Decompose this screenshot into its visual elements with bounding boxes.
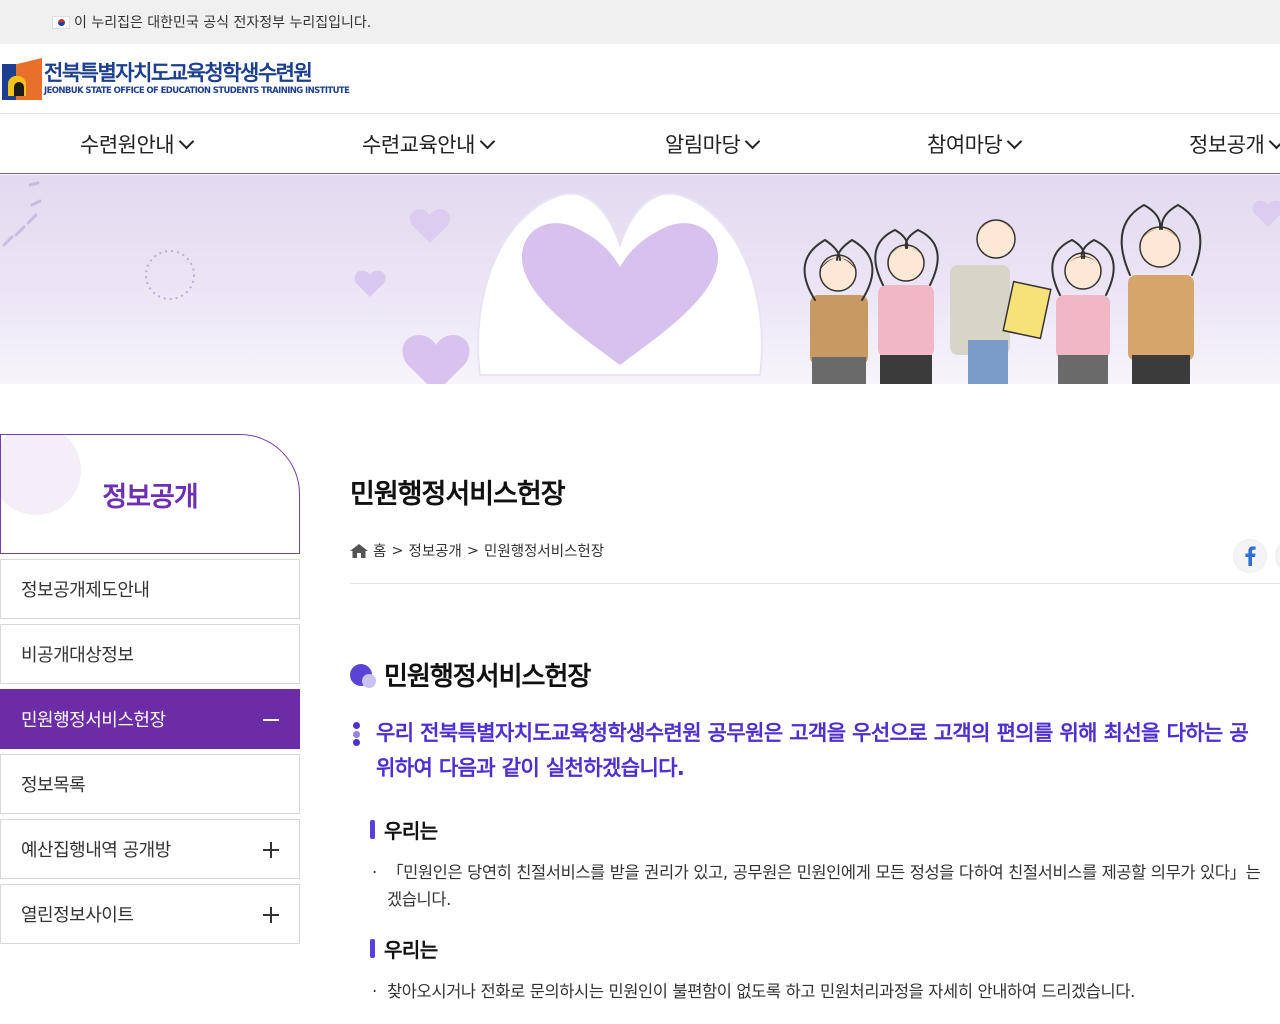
hero-banner — [0, 175, 1280, 384]
logo-name-ko: 전북특별자치도교육청학생수련원 — [44, 61, 313, 85]
chevron-down-icon — [178, 133, 195, 149]
paragraph-1: · 「민원인은 당연히 친절서비스를 받을 권리가 있고, 공무원은 민원인에게 … — [372, 863, 1261, 909]
hero-illustration — [2, 181, 1280, 384]
sidebar-item-open-info-site[interactable]: 열린정보사이트 — [0, 884, 300, 944]
gnb-item-notice[interactable]: 알림마당 — [665, 115, 761, 173]
home-icon[interactable] — [350, 543, 368, 558]
logo-name-en: JEONBUK STATE OFFICE OF EDUCATION STUDEN… — [44, 86, 350, 96]
page-title: 민원행정서비스헌장 — [350, 479, 566, 510]
gov-banner: 이 누리집은 대한민국 공식 전자정부 누리집입니다. — [0, 0, 1280, 44]
plus-icon — [263, 907, 279, 923]
sidebar-title-box: 정보공개 — [0, 434, 300, 554]
breadcrumb-separator: > — [391, 542, 404, 559]
site-logo[interactable]: 전북특별자치도교육청학생수련원 JEONBUK STATE OFFICE OF … — [2, 58, 350, 100]
breadcrumb-current: 민원행정서비스헌장 — [484, 544, 605, 560]
breadcrumb-separator: > — [466, 542, 480, 559]
gnb-item-training-center-info[interactable]: 수련원안내 — [80, 115, 195, 173]
subheading-bar-icon — [370, 820, 375, 839]
sidebar-title: 정보공개 — [102, 481, 198, 513]
heading-bullet-icon — [350, 662, 378, 688]
chevron-down-icon — [745, 133, 761, 149]
facebook-share-button[interactable] — [1233, 539, 1267, 573]
paragraph-2: · 찾아오시거나 전화로 문의하시는 민원인이 불편함이 없도록 하고 민원처리과… — [372, 982, 1135, 1001]
sidebar-item-info-disclosure-guide[interactable]: 정보공개제도안내 — [0, 559, 300, 619]
gov-banner-text: 이 누리집은 대한민국 공식 전자정부 누리집입니다. — [74, 15, 372, 31]
gnb-item-training-education-info[interactable]: 수련교육안내 — [362, 115, 496, 173]
site-header: 전북특별자치도교육청학생수련원 JEONBUK STATE OFFICE OF … — [0, 44, 1280, 114]
subheading-we-2: 우리는 — [370, 934, 438, 963]
chevron-down-icon — [1007, 133, 1023, 149]
subheading-we-1: 우리는 — [370, 815, 438, 844]
korea-flag-icon — [52, 15, 70, 29]
logo-emblem-icon — [2, 58, 42, 100]
subheading-bar-icon — [370, 939, 375, 958]
gnb-item-info-disclosure[interactable]: 정보공개 — [1189, 115, 1280, 173]
breadcrumb: 홈 > 정보공개 > 민원행정서비스헌장 — [350, 540, 609, 561]
section-heading: 민원행정서비스헌장 — [350, 656, 591, 693]
gnb-item-participation[interactable]: 참여마당 — [927, 115, 1023, 173]
sidebar-item-info-list[interactable]: 정보목록 — [0, 754, 300, 814]
share-button[interactable] — [1275, 539, 1280, 573]
main-navigation: 수련원안내 수련교육안내 알림마당 참여마당 정보공개 — [0, 115, 1280, 174]
plus-icon — [263, 842, 279, 858]
minus-icon — [263, 712, 279, 728]
charter-lead-text: 우리 전북특별자치도교육청학생수련원 공무원은 고객을 우선으로 고객의 편의를… — [376, 721, 1249, 780]
sidebar-item-civil-service-charter[interactable]: 민원행정서비스헌장 — [0, 689, 300, 749]
chevron-down-icon — [479, 133, 496, 149]
chevron-down-icon — [1269, 133, 1280, 149]
sidebar-item-budget-execution[interactable]: 예산집행내역 공개방 — [0, 819, 300, 879]
breadcrumb-home[interactable]: 홈 — [373, 540, 386, 561]
title-divider — [350, 583, 1280, 584]
breadcrumb-info-disclosure[interactable]: 정보공개 — [409, 540, 462, 561]
sidebar-item-non-disclosure-info[interactable]: 비공개대상정보 — [0, 624, 300, 684]
facebook-icon — [1245, 546, 1256, 566]
